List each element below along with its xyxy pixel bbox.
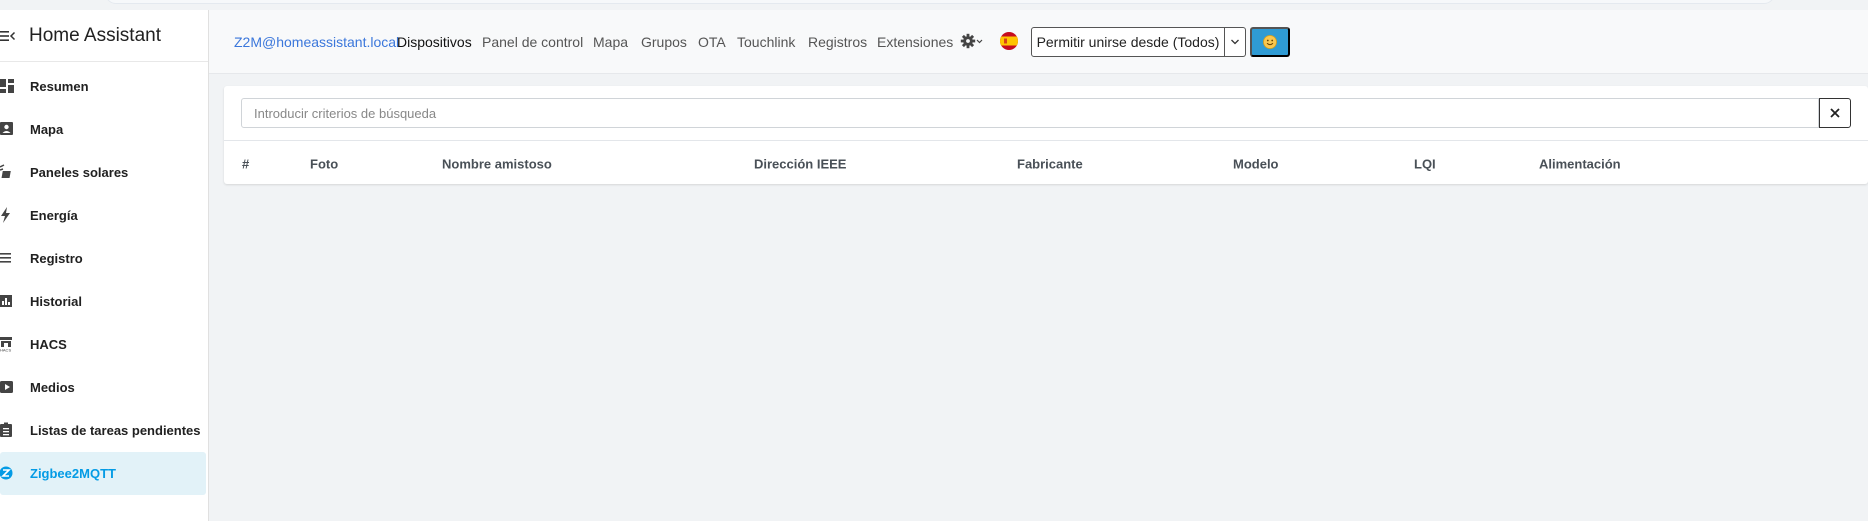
address-bar-edge bbox=[105, 0, 1775, 4]
list-icon bbox=[0, 250, 14, 266]
clipboard-list-icon bbox=[0, 422, 14, 438]
table-divider bbox=[224, 140, 1868, 141]
nav-link-extensiones[interactable]: Extensiones bbox=[877, 34, 953, 50]
app-title: Home Assistant bbox=[29, 24, 161, 46]
close-icon bbox=[1830, 108, 1840, 118]
sidebar-item-hacs[interactable]: HACS HACS bbox=[0, 323, 208, 366]
nav-link-dispositivos[interactable]: Dispositivos bbox=[397, 34, 472, 50]
spain-flag-icon[interactable] bbox=[1000, 32, 1018, 50]
sidebar-item-medios[interactable]: Medios bbox=[0, 366, 208, 409]
sidebar-item-historial[interactable]: Historial bbox=[0, 280, 208, 323]
sidebar-item-label: Registro bbox=[30, 251, 83, 266]
sidebar-item-resumen[interactable]: Resumen bbox=[0, 65, 208, 108]
sidebar-item-paneles-solares[interactable]: Paneles solares bbox=[0, 151, 208, 194]
sidebar-item-label: Medios bbox=[30, 380, 75, 395]
devices-card: # Foto Nombre amistoso Dirección IEEE Fa… bbox=[224, 86, 1868, 184]
media-play-icon bbox=[0, 379, 14, 395]
column-header-lqi[interactable]: LQI bbox=[1414, 157, 1436, 172]
column-header-photo[interactable]: Foto bbox=[310, 157, 338, 172]
gear-icon bbox=[960, 33, 983, 49]
svg-text:HACS: HACS bbox=[0, 348, 11, 353]
chart-bar-icon bbox=[0, 293, 14, 309]
column-header-friendly-name[interactable]: Nombre amistoso bbox=[442, 157, 552, 172]
nav-link-touchlink[interactable]: Touchlink bbox=[737, 34, 795, 50]
brand-link[interactable]: Z2M@homeassistant.local bbox=[234, 34, 399, 50]
nav-link-mapa[interactable]: Mapa bbox=[593, 34, 628, 50]
nav-link-ota[interactable]: OTA bbox=[698, 34, 726, 50]
sidebar-item-energia[interactable]: Energía bbox=[0, 194, 208, 237]
nav-link-panel-de-control[interactable]: Panel de control bbox=[482, 34, 583, 50]
column-header-power[interactable]: Alimentación bbox=[1539, 157, 1621, 172]
z2m-navbar: Z2M@homeassistant.local Dispositivos Pan… bbox=[209, 10, 1868, 74]
dashboard-icon bbox=[0, 78, 14, 94]
permit-join-dropdown[interactable] bbox=[1225, 27, 1246, 57]
sidebar-item-listas-tareas[interactable]: Listas de tareas pendientes bbox=[0, 409, 208, 452]
sidebar-item-zigbee2mqtt[interactable]: Zigbee2MQTT bbox=[0, 452, 206, 495]
zigbee-icon bbox=[0, 465, 14, 481]
nav-link-grupos[interactable]: Grupos bbox=[641, 34, 687, 50]
hacs-icon: HACS bbox=[0, 336, 14, 353]
nav-link-registros[interactable]: Registros bbox=[808, 34, 867, 50]
browser-strip bbox=[0, 0, 1868, 10]
sidebar-item-label: Energía bbox=[30, 208, 78, 223]
lightning-icon bbox=[0, 207, 14, 223]
sidebar-item-label: Zigbee2MQTT bbox=[30, 466, 116, 481]
sidebar-item-label: Listas de tareas pendientes bbox=[30, 423, 201, 438]
permit-join-button[interactable]: Permitir unirse desde (Todos) bbox=[1031, 27, 1225, 57]
column-header-ieee-address[interactable]: Dirección IEEE bbox=[754, 157, 846, 172]
column-header-index[interactable]: # bbox=[242, 157, 249, 172]
settings-dropdown[interactable] bbox=[960, 32, 986, 50]
clear-search-button[interactable] bbox=[1819, 98, 1851, 128]
sidebar-item-label: Mapa bbox=[30, 122, 64, 137]
solar-panel-icon bbox=[0, 164, 14, 180]
sidebar-item-registro[interactable]: Registro bbox=[0, 237, 208, 280]
theme-toggle-button[interactable] bbox=[1250, 27, 1290, 57]
smile-icon bbox=[1263, 35, 1277, 49]
map-person-icon bbox=[0, 121, 14, 137]
sidebar-item-label: HACS bbox=[30, 337, 67, 352]
sidebar: Home Assistant Resumen Mapa Paneles sola… bbox=[0, 10, 209, 521]
search-input[interactable] bbox=[241, 98, 1819, 128]
column-header-model[interactable]: Modelo bbox=[1233, 157, 1279, 172]
sidebar-nav: Resumen Mapa Paneles solares Energía Reg… bbox=[0, 62, 208, 495]
sidebar-header: Home Assistant bbox=[0, 10, 208, 62]
main-content: Z2M@homeassistant.local Dispositivos Pan… bbox=[209, 10, 1868, 521]
sidebar-item-label: Paneles solares bbox=[30, 165, 129, 180]
chevron-down-icon bbox=[1231, 39, 1239, 45]
menu-collapse-icon[interactable] bbox=[0, 28, 16, 44]
sidebar-item-mapa[interactable]: Mapa bbox=[0, 108, 208, 151]
sidebar-item-label: Resumen bbox=[30, 79, 89, 94]
column-header-manufacturer[interactable]: Fabricante bbox=[1017, 157, 1083, 172]
sidebar-item-label: Historial bbox=[30, 294, 83, 309]
